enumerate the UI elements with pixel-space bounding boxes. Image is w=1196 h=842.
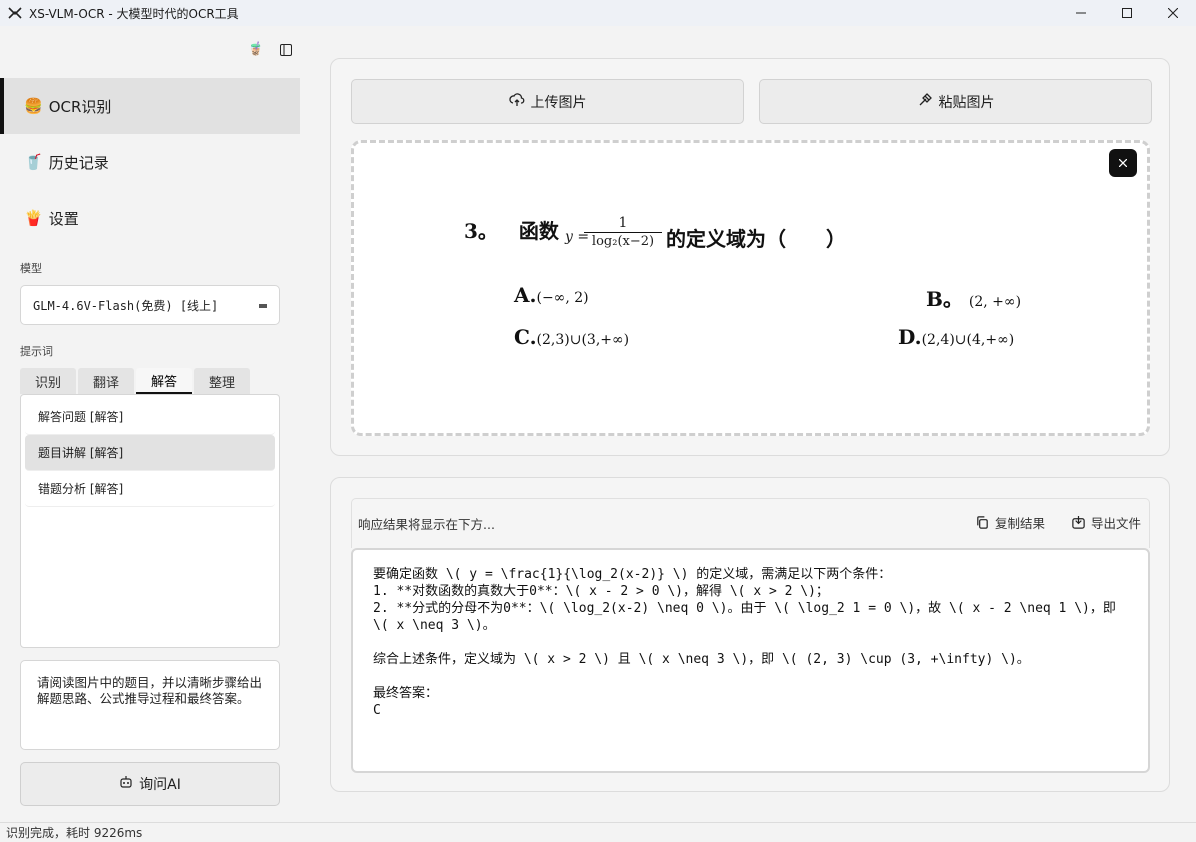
model-select[interactable]: GLM-4.6V-Flash(免费) [线上] (20, 285, 280, 325)
status-bar: 识别完成，耗时 9226ms (0, 822, 1196, 842)
maximize-icon (1122, 8, 1132, 18)
title-bar: XS-VLM-OCR - 大模型时代的OCR工具 (0, 0, 1196, 26)
option-c-value: (2,3)∪(3,+∞) (536, 332, 630, 348)
fraction-denominator: log₂(x−2) (591, 234, 655, 249)
remove-image-button[interactable] (1109, 149, 1137, 177)
minimize-icon (1076, 12, 1086, 14)
option-c: C.(2,3)∪(3,+∞) (514, 325, 629, 349)
model-select-value: GLM-4.6V-Flash(免费) [线上] (33, 298, 219, 313)
option-b-letter: B。 (926, 287, 963, 311)
prompt-item-error-analysis[interactable]: 错题分析 [解答] (25, 471, 275, 507)
prompt-label: 提示词 (20, 345, 53, 358)
app-logo-icon (8, 7, 22, 19)
export-icon (1072, 515, 1085, 529)
close-window-button[interactable] (1150, 0, 1196, 26)
fries-icon: 🍟 (24, 209, 43, 227)
option-d-letter: D. (898, 325, 922, 349)
upload-image-label: 上传图片 (530, 94, 587, 111)
nav-label-ocr: OCR识别 (48, 97, 112, 116)
prompt-item-solve[interactable]: 解答问题 [解答] (25, 399, 275, 435)
question-prefix: 函数 (518, 219, 559, 243)
question-number: 3。 (464, 219, 498, 243)
nav-label-history: 历史记录 (48, 153, 109, 172)
option-a-value: (−∞, 2) (536, 290, 589, 306)
question-suffix: 的定义域为（ ） (666, 227, 846, 251)
nav-item-ocr[interactable]: 🍔 OCR识别 (0, 78, 300, 134)
prompt-tabs: 识别 翻译 解答 整理 (20, 368, 250, 394)
avatar-icon[interactable]: 🧋 (248, 42, 264, 57)
tab-translate[interactable]: 翻译 (78, 368, 134, 394)
option-b-value: (2, +∞) (968, 294, 1022, 310)
tab-organize[interactable]: 整理 (194, 368, 250, 394)
burger-icon: 🍔 (24, 97, 43, 115)
option-d: D.(2,4)∪(4,+∞) (898, 325, 1014, 349)
paste-icon (917, 92, 933, 112)
option-d-value: (2,4)∪(4,+∞) (921, 332, 1015, 348)
question-text: 3。 函数 (464, 215, 559, 244)
ask-ai-button[interactable]: 询问AI (20, 762, 280, 806)
option-a: A.(−∞, 2) (514, 283, 589, 307)
image-panel: 上传图片 粘贴图片 3。 函数 y = 1 log₂(x−2) 的定义域为（ ）… (330, 58, 1170, 456)
nav-item-history[interactable]: 🥤 历史记录 (0, 134, 300, 190)
export-file-label: 导出文件 (1090, 516, 1141, 531)
dropdown-icon (259, 304, 267, 308)
maximize-button[interactable] (1104, 0, 1150, 26)
sidebar-toggle-icon[interactable] (280, 43, 292, 56)
nav-item-settings[interactable]: 🍟 设置 (0, 190, 300, 246)
option-b: B。 (2, +∞) (926, 283, 1021, 312)
result-panel: 响应结果将显示在下方... 复制结果 导出文件 要确定函数 \( y = \fr… (330, 477, 1170, 792)
image-preview: 3。 函数 y = 1 log₂(x−2) 的定义域为（ ） A.(−∞, 2)… (351, 140, 1150, 436)
window-title: XS-VLM-OCR - 大模型时代的OCR工具 (29, 6, 239, 21)
paste-image-label: 粘贴图片 (938, 94, 995, 111)
upload-icon (508, 92, 525, 112)
prompt-item-explain[interactable]: 题目讲解 [解答] (25, 435, 275, 471)
export-file-button[interactable]: 导出文件 (1071, 513, 1141, 532)
result-header: 响应结果将显示在下方... 复制结果 导出文件 (351, 498, 1150, 548)
option-c-letter: C. (514, 325, 537, 349)
copy-result-button[interactable]: 复制结果 (975, 513, 1045, 532)
close-icon (1119, 159, 1127, 167)
sidebar-top-icons: 🧋 (248, 42, 292, 57)
nav-label-settings: 设置 (48, 209, 79, 228)
prompt-list: 解答问题 [解答] 题目讲解 [解答] 错题分析 [解答] (20, 394, 280, 648)
option-a-letter: A. (514, 283, 537, 307)
model-label: 模型 (20, 262, 42, 275)
tab-recognize[interactable]: 识别 (20, 368, 76, 394)
result-actions: 复制结果 导出文件 (975, 513, 1141, 532)
copy-result-label: 复制结果 (994, 516, 1045, 531)
paste-image-button[interactable]: 粘贴图片 (759, 79, 1152, 124)
result-placeholder: 响应结果将显示在下方... (358, 517, 495, 532)
tab-answer[interactable]: 解答 (136, 368, 192, 394)
question-fraction: 1 log₂(x−2) (584, 215, 662, 249)
status-text: 识别完成，耗时 9226ms (6, 826, 143, 840)
fraction-bar (584, 232, 662, 233)
close-icon (1168, 8, 1178, 18)
ask-ai-label: 询问AI (139, 777, 181, 793)
prompt-textarea[interactable]: 请阅读图片中的题目，并以清晰步骤给出解题思路、公式推导过程和最终答案。 (20, 660, 280, 750)
copy-icon (977, 516, 988, 529)
sidebar: 🧋 🍔 OCR识别 🥤 历史记录 🍟 设置 模型 GLM-4.6V-Flash(… (0, 26, 300, 822)
drink-icon: 🥤 (24, 153, 43, 171)
result-text[interactable]: 要确定函数 \( y = \frac{1}{\log_2(x-2)} \) 的定… (351, 548, 1150, 773)
fraction-numerator: 1 (618, 215, 628, 231)
minimize-button[interactable] (1058, 0, 1104, 26)
upload-image-button[interactable]: 上传图片 (351, 79, 744, 124)
robot-icon (119, 775, 133, 793)
window-controls (1058, 0, 1196, 26)
